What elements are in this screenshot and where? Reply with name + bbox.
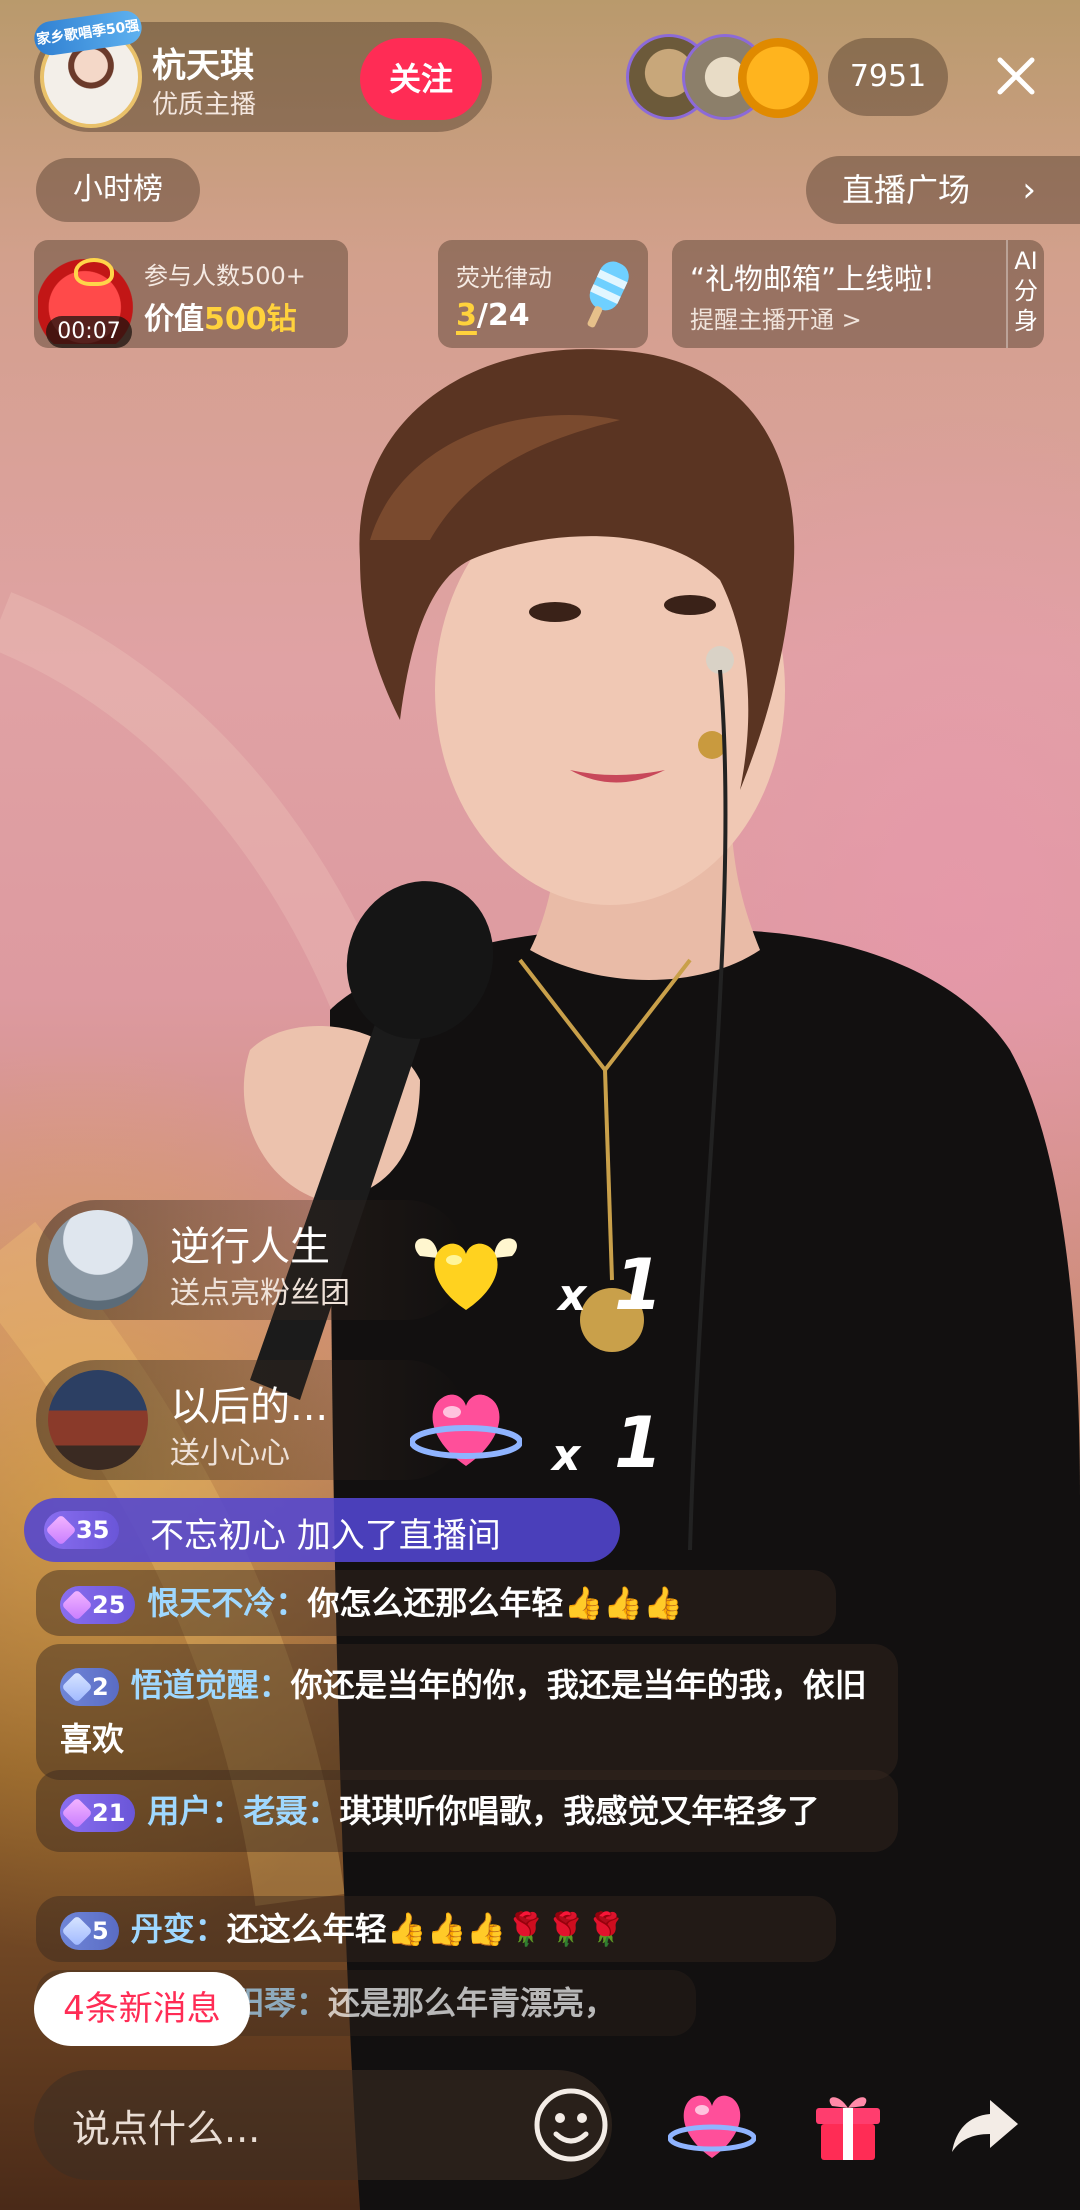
gift-mailbox-title: “礼物邮箱”上线啦! bbox=[690, 262, 935, 296]
user-level-badge: 2 bbox=[60, 1668, 119, 1706]
red-packet-value-prefix: 价值 bbox=[144, 302, 204, 337]
smiley-icon[interactable] bbox=[532, 2086, 610, 2164]
gift-box-icon[interactable] bbox=[812, 2084, 884, 2164]
yellow-heart-wings-icon bbox=[415, 1238, 517, 1310]
glow-task-progress: 3/24 bbox=[456, 298, 530, 333]
chat-username[interactable]: 恨天不冷： bbox=[147, 1584, 307, 1622]
user-level-badge: 35 bbox=[44, 1511, 120, 1549]
user-level: 2 bbox=[92, 1673, 109, 1701]
heart-gift-icon[interactable] bbox=[668, 2084, 756, 2164]
gift-mailbox-card[interactable]: “礼物邮箱”上线啦! 提醒主播开通 > AI分身 bbox=[672, 240, 1044, 348]
chat-message[interactable]: 21 用户：老聂：琪琪听你唱歌，我感觉又年轻多了 bbox=[36, 1770, 898, 1852]
hour-rank-button[interactable]: 小时榜 bbox=[36, 158, 200, 222]
anchor-subtitle: 优质主播 bbox=[152, 90, 257, 120]
glow-task-total: /24 bbox=[476, 298, 530, 333]
ai-avatar-tag[interactable]: AI分身 bbox=[1006, 240, 1044, 348]
chat-message[interactable]: 5 丹变：还这么年轻👍👍👍🌹🌹🌹 bbox=[36, 1896, 836, 1962]
chevron-right-icon: › bbox=[1022, 170, 1036, 210]
red-packet-value-amount: 500钻 bbox=[204, 302, 297, 337]
gift-sender-avatar[interactable] bbox=[48, 1210, 148, 1310]
chat-message[interactable]: 2 悟道觉醒：你还是当年的你，我还是当年的我，依旧喜欢 bbox=[36, 1644, 898, 1780]
red-packet-card[interactable]: 00:07 参与人数500+ 价值500钻 bbox=[34, 240, 348, 348]
red-packet-timer: 00:07 bbox=[46, 316, 132, 348]
glow-task-current: 3 bbox=[456, 298, 477, 333]
chat-emoji: 👍👍👍 bbox=[563, 1584, 683, 1622]
chat-text: 还是那么年青漂亮， bbox=[328, 1984, 617, 2022]
chat-username[interactable]: 用户：老聂： bbox=[147, 1792, 339, 1830]
viewer-avatar[interactable] bbox=[738, 38, 818, 118]
glow-task-title: 荧光律动 bbox=[456, 264, 552, 292]
join-notice-text: 不忘初心 加入了直播间 bbox=[150, 1516, 501, 1556]
close-icon[interactable] bbox=[978, 38, 1054, 114]
comment-placeholder: 说点什么... bbox=[72, 2107, 261, 2151]
user-level-badge: 5 bbox=[60, 1912, 119, 1950]
gift-sender-name: 以后的... bbox=[170, 1384, 329, 1430]
chat-text: 琪琪听你唱歌，我感觉又年轻多了 bbox=[339, 1792, 820, 1830]
join-notice: 35 不忘初心 加入了直播间 bbox=[24, 1498, 620, 1562]
viewer-count[interactable]: 7951 bbox=[828, 38, 948, 116]
red-packet-title: 参与人数500+ bbox=[144, 262, 306, 290]
user-level-badge: 21 bbox=[60, 1794, 136, 1832]
chat-username[interactable]: 丹变： bbox=[131, 1910, 227, 1948]
gift-mailbox-link[interactable]: 提醒主播开通 > bbox=[690, 300, 862, 335]
diamond-icon bbox=[61, 1671, 93, 1703]
chat-emoji: 👍👍👍🌹🌹🌹 bbox=[386, 1910, 626, 1948]
red-packet-value: 价值500钻 bbox=[144, 294, 297, 338]
user-level: 5 bbox=[92, 1917, 109, 1945]
gift-count: 1 bbox=[614, 1244, 663, 1326]
diamond-icon bbox=[61, 1589, 93, 1621]
gift-action-text: 送小心心 bbox=[170, 1436, 290, 1471]
diamond-icon bbox=[45, 1514, 77, 1546]
new-messages-button[interactable]: 4条新消息 bbox=[34, 1972, 250, 2046]
gift-action-text: 送点亮粉丝团 bbox=[170, 1276, 350, 1311]
user-level: 21 bbox=[92, 1799, 126, 1827]
user-level-badge: 25 bbox=[60, 1586, 136, 1624]
follow-button[interactable]: 关注 bbox=[360, 38, 482, 120]
anchor-name[interactable]: 杭天琪 bbox=[152, 38, 254, 87]
glow-task-card[interactable]: 荧光律动 3/24 bbox=[438, 240, 648, 348]
chat-username[interactable]: 悟道觉醒： bbox=[131, 1666, 291, 1704]
top-viewers[interactable] bbox=[626, 34, 820, 120]
diamond-icon bbox=[61, 1797, 93, 1829]
chat-text: 还这么年轻 bbox=[226, 1910, 387, 1948]
comment-input[interactable]: 说点什么... bbox=[34, 2070, 612, 2180]
gift-sender-name: 逆行人生 bbox=[170, 1224, 330, 1270]
live-plaza-label: 直播广场 bbox=[842, 171, 971, 209]
user-level: 25 bbox=[92, 1591, 126, 1619]
gift-sender-avatar[interactable] bbox=[48, 1370, 148, 1470]
chat-text: 你怎么还那么年轻 bbox=[307, 1584, 564, 1622]
red-packet-bow bbox=[74, 258, 114, 286]
gift-multiplier-x: x bbox=[558, 1270, 587, 1321]
share-arrow-icon[interactable] bbox=[950, 2096, 1022, 2154]
gift-banner[interactable]: 以后的... 送小心心 bbox=[36, 1360, 466, 1480]
live-plaza-button[interactable]: 直播广场 › bbox=[806, 156, 1080, 224]
pink-heart-ring-icon bbox=[410, 1394, 522, 1466]
user-level: 35 bbox=[76, 1516, 110, 1544]
gift-multiplier-x: x bbox=[552, 1430, 581, 1481]
chat-message[interactable]: 25 恨天不冷：你怎么还那么年轻👍👍👍 bbox=[36, 1570, 836, 1636]
gift-count: 1 bbox=[614, 1402, 663, 1484]
gift-banner[interactable]: 逆行人生 送点亮粉丝团 bbox=[36, 1200, 466, 1320]
popsicle-icon bbox=[587, 261, 629, 328]
diamond-icon bbox=[61, 1915, 93, 1947]
